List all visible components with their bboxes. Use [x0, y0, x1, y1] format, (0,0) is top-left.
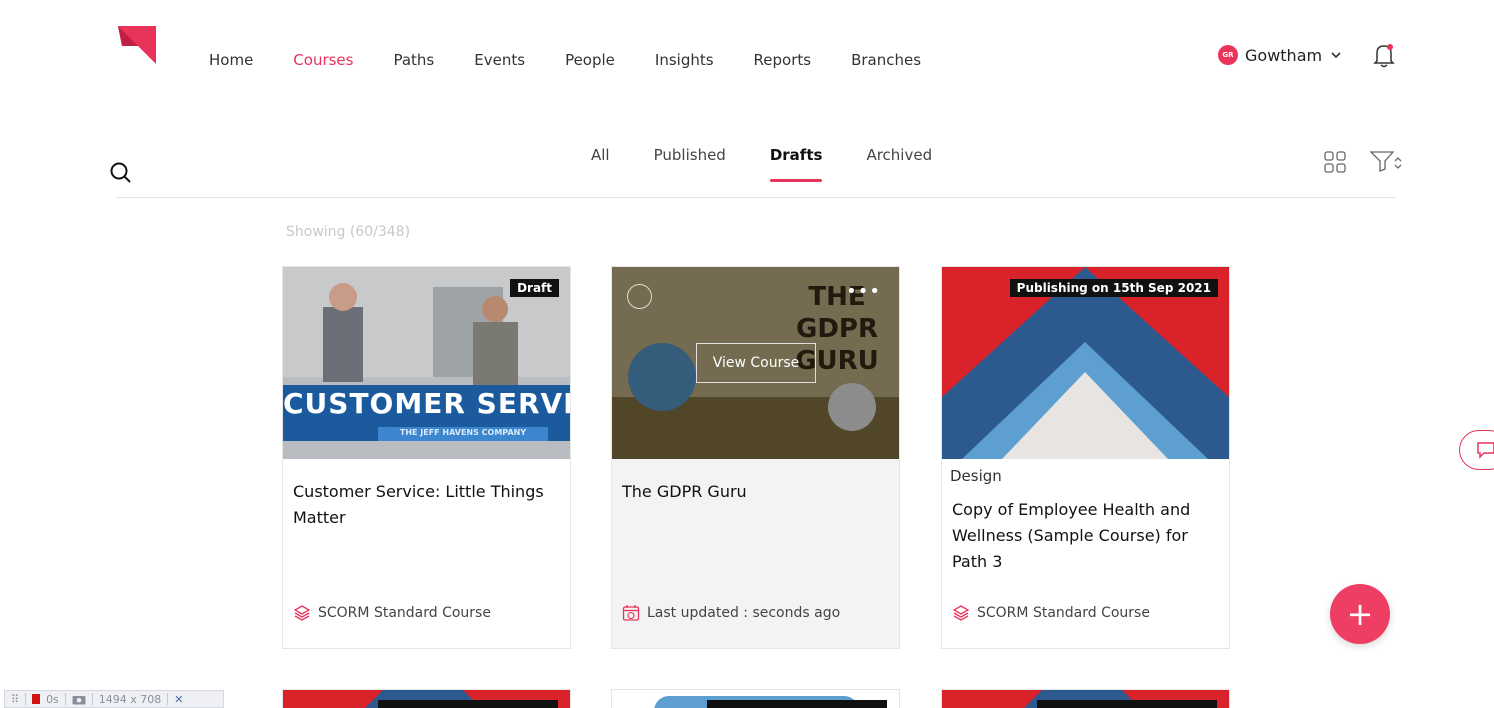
screen-recorder-bar: ⠿ 0s 1494 x 708 ✕ [4, 690, 224, 708]
showing-count: Showing (60/348) [286, 224, 411, 240]
user-menu[interactable]: GR Gowtham [1218, 45, 1343, 65]
course-type-label: SCORM Standard Course [318, 605, 491, 621]
main-nav: Home Courses Paths Events People Insight… [209, 51, 961, 69]
chat-support-button[interactable] [1459, 430, 1494, 470]
tabs-divider [116, 197, 1396, 198]
nav-reports[interactable]: Reports [754, 51, 812, 69]
course-card[interactable] [941, 689, 1230, 708]
course-status-tabs: All Published Drafts Archived [591, 146, 976, 182]
chevron-down-icon [1331, 52, 1341, 59]
grid-view-icon[interactable] [1324, 151, 1346, 173]
tab-published[interactable]: Published [654, 146, 726, 182]
course-thumbnail [1024, 690, 1217, 708]
course-card[interactable]: CUSTOMER SERVICE THE JEFF HAVENS COMPANY… [282, 266, 571, 649]
course-type: SCORM Standard Course [952, 604, 1150, 622]
course-card[interactable] [611, 689, 900, 708]
nav-insights[interactable]: Insights [655, 51, 714, 69]
courses-page: Home Courses Paths Events People Insight… [0, 0, 1494, 708]
course-title[interactable]: Copy of Employee Health and Wellness (Sa… [952, 497, 1214, 575]
nav-courses[interactable]: Courses [293, 51, 353, 69]
last-updated-label: Last updated : seconds ago [647, 605, 841, 621]
record-icon[interactable] [32, 694, 41, 704]
course-card[interactable]: THE GDPR GURU ••• View Course The GDPR G… [611, 266, 900, 649]
layers-icon [952, 605, 970, 621]
course-thumbnail: CUSTOMER SERVICE THE JEFF HAVENS COMPANY… [283, 267, 570, 459]
calendar-clock-icon [622, 605, 640, 621]
status-badge: Publishing on 15th Sep 2021 [1009, 279, 1218, 297]
course-type-label: SCORM Standard Course [977, 605, 1150, 621]
course-type: SCORM Standard Course [293, 604, 491, 622]
nav-branches[interactable]: Branches [851, 51, 921, 69]
course-thumbnail: THE GDPR GURU ••• View Course [612, 267, 899, 459]
course-thumbnail [365, 690, 558, 708]
course-thumbnail [654, 696, 887, 708]
recording-time: 0s [46, 692, 59, 706]
search-icon[interactable] [108, 160, 134, 186]
course-card[interactable]: Publishing on 15th Sep 2021 Design Copy … [941, 266, 1230, 649]
filter-icon[interactable] [1369, 149, 1403, 173]
thumbnail-subtitle: THE JEFF HAVENS COMPANY [399, 428, 527, 437]
notification-bell-icon[interactable] [1372, 42, 1396, 68]
tab-all[interactable]: All [591, 146, 610, 182]
course-card[interactable] [282, 689, 571, 708]
status-badge: Draft [510, 279, 559, 297]
course-category: Design [950, 467, 1002, 485]
viewport-size: 1494 x 708 [98, 692, 162, 706]
drag-handle-icon[interactable]: ⠿ [11, 693, 19, 706]
thumbnail-title: CUSTOMER SERVICE [283, 387, 570, 420]
nav-paths[interactable]: Paths [393, 51, 434, 69]
chat-bubble-icon [1477, 442, 1494, 459]
layers-icon [293, 605, 311, 621]
more-options-icon[interactable]: ••• [846, 283, 881, 301]
add-course-button[interactable]: + [1330, 584, 1390, 644]
close-icon[interactable]: ✕ [174, 693, 183, 706]
camera-icon[interactable] [72, 694, 86, 705]
nav-people[interactable]: People [565, 51, 615, 69]
nav-home[interactable]: Home [209, 51, 253, 69]
user-name: Gowtham [1245, 45, 1323, 65]
tab-archived[interactable]: Archived [866, 146, 932, 182]
select-checkbox[interactable] [627, 284, 652, 309]
course-title[interactable]: The GDPR Guru [622, 479, 884, 505]
app-logo[interactable] [118, 26, 158, 66]
last-updated: Last updated : seconds ago [622, 604, 840, 622]
tab-drafts[interactable]: Drafts [769, 146, 822, 182]
course-title[interactable]: Customer Service: Little Things Matter [293, 479, 555, 531]
course-thumbnail: Publishing on 15th Sep 2021 [942, 267, 1229, 459]
view-course-button[interactable]: View Course [696, 343, 816, 383]
avatar: GR [1218, 45, 1238, 65]
nav-events[interactable]: Events [474, 51, 525, 69]
